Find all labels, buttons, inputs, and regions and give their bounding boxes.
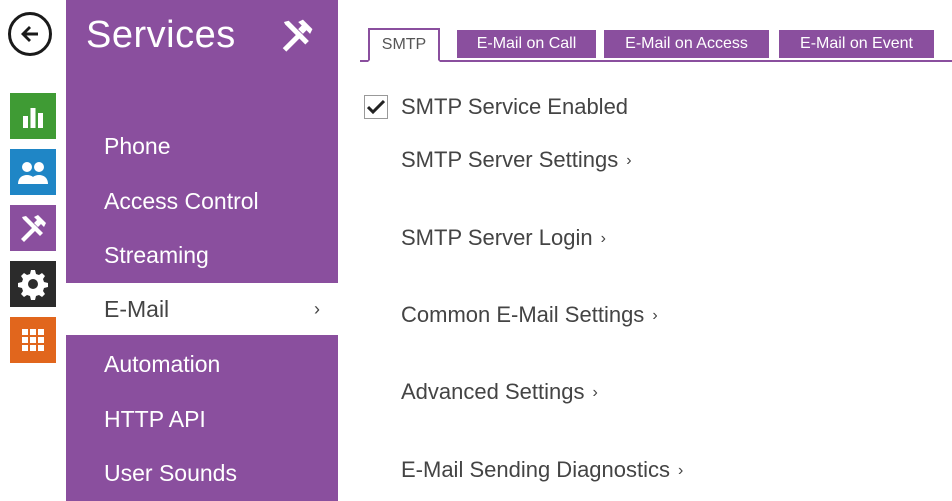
sidebar-item-label: E-Mail xyxy=(104,295,170,322)
section-smtp-server-login[interactable]: SMTP Server Login › xyxy=(401,225,606,251)
checkmark-icon xyxy=(367,99,385,115)
section-label: SMTP Server Login xyxy=(401,225,593,250)
tab-bar: SMTP E-Mail on Call E-Mail on Access E-M… xyxy=(358,28,952,62)
chevron-right-icon: › xyxy=(626,152,632,169)
sidebar-item-access-control[interactable]: Access Control xyxy=(66,176,338,226)
gear-icon[interactable] xyxy=(10,261,56,307)
tab-smtp[interactable]: SMTP xyxy=(368,28,440,62)
smtp-enabled-label: SMTP Service Enabled xyxy=(401,94,629,119)
smtp-enabled-checkbox[interactable] xyxy=(364,95,388,119)
services-sidebar: Services Phone Access Control Streaming … xyxy=(66,0,338,501)
section-email-sending-diagnostics[interactable]: E-Mail Sending Diagnostics › xyxy=(401,457,683,483)
chevron-right-icon: › xyxy=(678,462,684,479)
section-label: Advanced Settings xyxy=(401,379,585,404)
section-advanced-settings[interactable]: Advanced Settings › xyxy=(401,379,598,405)
sidebar-item-label: Streaming xyxy=(104,241,209,268)
sidebar-item-label: User Sounds xyxy=(104,459,237,486)
tools-icon[interactable] xyxy=(10,205,56,251)
sidebar-item-label: Automation xyxy=(104,350,221,377)
tab-email-on-access[interactable]: E-Mail on Access xyxy=(604,30,769,58)
section-label: SMTP Server Settings xyxy=(401,147,619,172)
back-arrow-icon[interactable] xyxy=(8,12,52,56)
sidebar-item-label: Phone xyxy=(104,132,171,159)
chevron-right-icon: › xyxy=(652,307,658,324)
tab-email-on-event[interactable]: E-Mail on Event xyxy=(779,30,934,58)
chevron-right-icon: › xyxy=(314,298,320,319)
tools-icon xyxy=(276,16,318,59)
sidebar-item-user-sounds[interactable]: User Sounds xyxy=(66,448,338,498)
grid-icon[interactable] xyxy=(10,317,56,363)
users-icon[interactable] xyxy=(10,149,56,195)
section-smtp-server-settings[interactable]: SMTP Server Settings › xyxy=(401,147,632,173)
sidebar-title: Services xyxy=(86,14,236,56)
chevron-right-icon: › xyxy=(592,384,598,401)
sidebar-item-streaming[interactable]: Streaming xyxy=(66,230,338,280)
sidebar-item-phone[interactable]: Phone xyxy=(66,121,338,171)
icon-rail xyxy=(0,0,66,501)
section-label: E-Mail Sending Diagnostics xyxy=(401,457,671,482)
sidebar-item-http-api[interactable]: HTTP API xyxy=(66,394,338,444)
chevron-right-icon: › xyxy=(600,230,606,247)
section-common-email-settings[interactable]: Common E-Mail Settings › xyxy=(401,302,658,328)
sidebar-item-label: HTTP API xyxy=(104,405,206,432)
section-label: Common E-Mail Settings xyxy=(401,302,645,327)
sidebar-item-label: Access Control xyxy=(104,187,259,214)
chart-icon[interactable] xyxy=(10,93,56,139)
sidebar-item-email[interactable]: E-Mail › xyxy=(66,283,338,335)
tab-email-on-call[interactable]: E-Mail on Call xyxy=(457,30,596,58)
sidebar-item-automation[interactable]: Automation xyxy=(66,339,338,389)
